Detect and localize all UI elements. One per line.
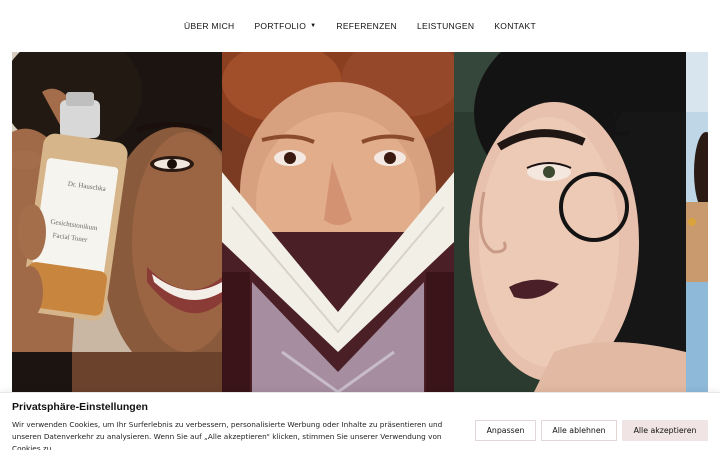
photo-woman-curl — [454, 52, 686, 392]
nav-item-label: REFERENZEN — [336, 21, 397, 31]
chevron-down-icon: ▼ — [310, 23, 317, 29]
cookie-banner-text: Wir verwenden Cookies, um Ihr Surferlebn… — [12, 420, 443, 450]
gallery-image-smiling-woman[interactable]: Dr. Hauschka Gesichtstonikum Facial Tone… — [12, 52, 222, 392]
nav-item-ueber-mich[interactable]: ÜBER MICH — [184, 17, 234, 35]
gallery-image-edge[interactable] — [686, 52, 708, 392]
customize-cookies-button[interactable]: Anpassen — [475, 420, 536, 441]
reject-all-cookies-button[interactable]: Alle ablehnen — [541, 420, 617, 441]
accept-all-cookies-button[interactable]: Alle akzeptieren — [622, 420, 708, 441]
nav-item-label: PORTFOLIO — [254, 21, 307, 31]
gallery-image-redhead[interactable] — [222, 52, 454, 392]
cookie-banner: Privatsphäre-Einstellungen Wir verwenden… — [0, 392, 720, 450]
portfolio-gallery: Dr. Hauschka Gesichtstonikum Facial Tone… — [12, 52, 708, 392]
photo-edge — [686, 52, 708, 392]
photo-redhead — [222, 52, 454, 392]
nav-item-label: ÜBER MICH — [184, 21, 235, 31]
cookie-banner-title: Privatsphäre-Einstellungen — [12, 401, 148, 413]
nav-item-referenzen[interactable]: REFERENZEN — [336, 17, 397, 35]
nav-item-leistungen[interactable]: LEISTUNGEN — [417, 17, 474, 35]
gallery-image-woman-curl[interactable] — [454, 52, 686, 392]
main-navigation: ÜBER MICH PORTFOLIO ▼ REFERENZEN LEISTUNG… — [0, 0, 720, 52]
nav-item-portfolio[interactable]: PORTFOLIO ▼ — [254, 17, 316, 35]
nav-item-kontakt[interactable]: KONTAKT — [494, 17, 536, 35]
nav-item-label: KONTAKT — [494, 21, 536, 31]
photo-smiling-woman: Dr. Hauschka Gesichtstonikum Facial Tone… — [12, 52, 222, 392]
nav-item-label: LEISTUNGEN — [417, 21, 475, 31]
